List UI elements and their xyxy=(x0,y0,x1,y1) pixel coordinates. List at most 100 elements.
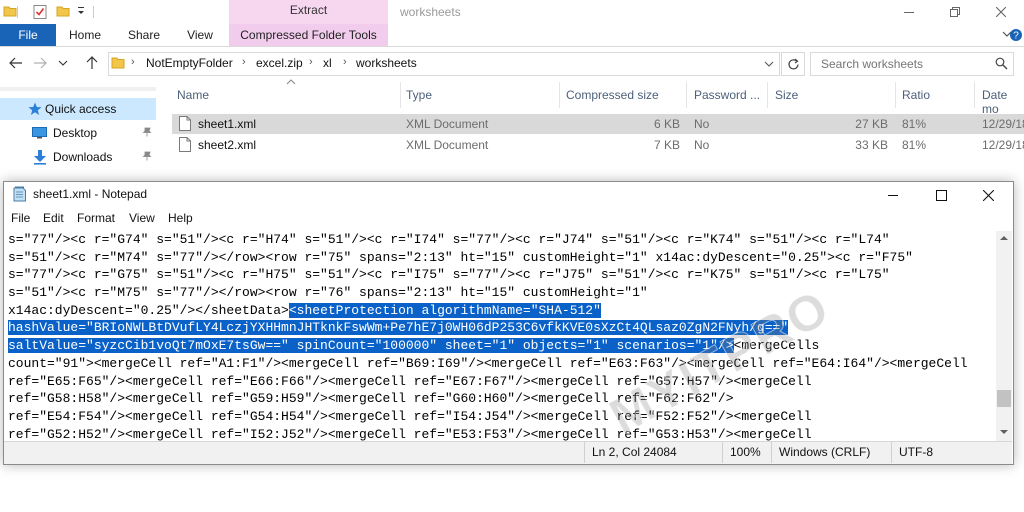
text-line: ref="G52:H52"/><mergeCell ref="I52:J52"/… xyxy=(8,426,992,441)
vertical-scrollbar[interactable] xyxy=(996,231,1012,441)
restore-button[interactable] xyxy=(932,0,978,24)
refresh-button[interactable] xyxy=(781,52,805,76)
svg-text:?: ? xyxy=(1013,31,1019,42)
close-icon xyxy=(996,7,1006,17)
nav-item-downloads[interactable]: Downloads xyxy=(0,146,156,168)
column-divider[interactable] xyxy=(400,82,401,108)
menu-help[interactable]: Help xyxy=(168,211,193,225)
up-button[interactable] xyxy=(84,55,100,71)
search-input[interactable] xyxy=(819,56,993,72)
notepad-icon xyxy=(12,186,27,202)
breadcrumb-item-excel-zip[interactable]: excel.zip xyxy=(256,56,303,70)
folder-icon[interactable] xyxy=(3,4,17,18)
file-type: XML Document xyxy=(406,117,489,131)
column-header-password[interactable]: Password ... xyxy=(694,88,760,102)
column-header-name[interactable]: Name xyxy=(177,88,209,102)
column-divider[interactable] xyxy=(559,82,560,108)
text-line: s="51"/><c r="M75" s="77"/></row><row r=… xyxy=(8,284,992,302)
pin-icon[interactable] xyxy=(142,127,152,137)
help-icon[interactable]: ? xyxy=(1009,28,1023,42)
nav-item-quick-access[interactable]: Quick access xyxy=(0,98,156,120)
chevron-down-icon xyxy=(58,60,68,66)
tab-file[interactable]: File xyxy=(0,24,56,46)
tab-share[interactable]: Share xyxy=(122,24,166,46)
file-date: 12/29/18 xyxy=(982,117,1024,131)
breadcrumb-item-worksheets[interactable]: worksheets xyxy=(356,56,417,70)
restore-icon xyxy=(950,7,960,17)
file-ratio: 81% xyxy=(902,117,927,131)
menu-edit[interactable]: Edit xyxy=(43,211,64,225)
column-header-type[interactable]: Type xyxy=(406,88,432,102)
column-header-size[interactable]: Size xyxy=(775,88,798,102)
notepad-text-area[interactable]: s="77"/><c r="G74" s="51"/><c r="H74" s=… xyxy=(8,231,992,441)
file-password: No xyxy=(694,138,710,152)
text-line: s="77"/><c r="G75" s="51"/><c r="H75" s=… xyxy=(8,266,992,284)
address-history-chevron-icon[interactable] xyxy=(764,59,774,69)
maximize-icon xyxy=(935,189,947,201)
extract-context-tab: Extract xyxy=(229,0,388,24)
notepad-close-button[interactable] xyxy=(965,182,1011,208)
download-arrow-icon xyxy=(33,150,47,165)
text-segment: count="91"><mergeCell ref="A1:F1"/><merg… xyxy=(8,355,968,371)
text-segment: ref="G52:H52"/><mergeCell ref="I52:J52"/… xyxy=(8,426,812,441)
text-segment: s="51"/><c r="M74" s="77"/></row><row r=… xyxy=(8,249,913,265)
notepad-title-bar[interactable] xyxy=(4,182,1012,208)
folder-icon xyxy=(111,56,125,69)
new-folder-icon[interactable] xyxy=(56,4,70,18)
column-header-date-modified[interactable]: Date mo xyxy=(982,88,1024,116)
column-divider[interactable] xyxy=(767,82,768,108)
file-size: 33 KB xyxy=(855,138,888,152)
notepad-minimize-button[interactable] xyxy=(870,182,916,208)
text-line: ref="G58:H58"/><mergeCell ref="G59:H59"/… xyxy=(8,390,992,408)
back-arrow-icon xyxy=(9,57,22,69)
text-line: saltValue="syzcCib1voQt7mOxE7tsGw==" spi… xyxy=(8,337,992,355)
scroll-up-arrow-icon[interactable] xyxy=(999,234,1009,242)
file-row[interactable]: sheet1.xml XML Document 6 KB No 27 KB 81… xyxy=(172,114,1024,134)
file-icon xyxy=(179,137,191,152)
tab-compressed-folder-tools[interactable]: Compressed Folder Tools xyxy=(229,24,388,46)
menu-format[interactable]: Format xyxy=(77,211,115,225)
file-row[interactable]: sheet2.xml XML Document 7 KB No 33 KB 81… xyxy=(172,135,1024,155)
breadcrumb-separator-icon: › xyxy=(131,56,135,68)
back-button[interactable] xyxy=(8,55,24,71)
notepad-maximize-button[interactable] xyxy=(918,182,964,208)
selected-text: hashValue="BRIoNWLBtDVufLY4LczjYXHHmnJHT… xyxy=(8,320,789,336)
minimize-button[interactable] xyxy=(886,0,932,24)
column-divider[interactable] xyxy=(974,82,975,108)
sort-ascending-icon xyxy=(286,79,296,85)
minimize-icon xyxy=(888,195,898,196)
close-icon xyxy=(982,189,994,201)
nav-label: Desktop xyxy=(53,126,98,140)
forward-button[interactable] xyxy=(32,55,48,71)
text-segment: ref="E54:F54"/><mergeCell ref="G54:H54"/… xyxy=(8,408,812,424)
minimize-icon xyxy=(904,12,914,13)
search-box[interactable] xyxy=(810,52,1014,76)
scroll-down-arrow-icon[interactable] xyxy=(999,428,1009,436)
recent-locations-button[interactable] xyxy=(56,55,70,71)
breadcrumb-item-notemptyfolder[interactable]: NotEmptyFolder xyxy=(146,56,233,70)
nav-pane-scrollbar[interactable] xyxy=(0,87,156,91)
refresh-icon xyxy=(787,58,799,69)
column-divider[interactable] xyxy=(895,82,896,108)
customize-toolbar-dropdown-icon[interactable] xyxy=(76,4,86,18)
pin-icon[interactable] xyxy=(142,151,152,161)
close-button[interactable] xyxy=(978,0,1024,24)
column-header-ratio[interactable]: Ratio xyxy=(902,88,930,102)
menu-view[interactable]: View xyxy=(129,211,155,225)
tab-home[interactable]: Home xyxy=(62,24,108,46)
extract-label: Extract xyxy=(289,3,328,17)
file-size: 27 KB xyxy=(855,117,888,131)
tab-view[interactable]: View xyxy=(180,24,220,46)
breadcrumb-item-xl[interactable]: xl xyxy=(323,56,332,70)
status-divider xyxy=(584,442,585,463)
menu-file[interactable]: File xyxy=(11,211,30,225)
file-type: XML Document xyxy=(406,138,489,152)
column-header-compressed-size[interactable]: Compressed size xyxy=(566,88,659,102)
text-segment: s="77"/><c r="G74" s="51"/><c r="H74" s=… xyxy=(8,232,890,247)
text-line: count="91"><mergeCell ref="A1:F1"/><merg… xyxy=(8,355,992,373)
properties-check-icon[interactable] xyxy=(32,4,48,20)
scrollbar-thumb[interactable] xyxy=(997,390,1011,407)
column-divider[interactable] xyxy=(686,82,687,108)
text-segment: <mergeCells xyxy=(733,338,820,354)
nav-item-desktop[interactable]: Desktop xyxy=(0,122,156,144)
